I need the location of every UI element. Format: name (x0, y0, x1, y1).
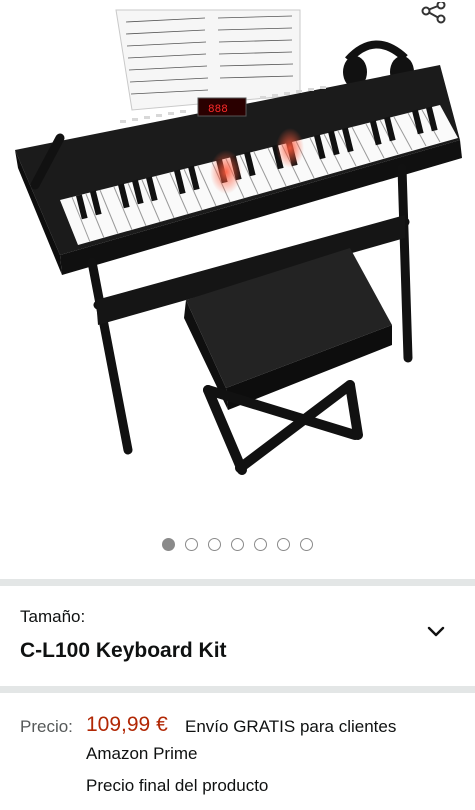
product-image-gallery[interactable]: 888 (0, 0, 475, 520)
svg-text:888: 888 (208, 104, 228, 116)
price-label: Precio: (20, 717, 73, 736)
image-carousel-dots (0, 538, 475, 554)
product-page: 888 Tamaño: C-L100 Keyboard Kit Precio: … (0, 0, 475, 810)
carousel-dot[interactable] (254, 538, 267, 551)
carousel-dot[interactable] (208, 538, 221, 551)
shipping-info: Envío GRATIS para clientes (185, 717, 397, 736)
keyboard-kit-image: 888 (15, 9, 462, 475)
chevron-down-icon (427, 626, 445, 637)
price-amount: 109,99 € (86, 713, 168, 736)
carousel-dot[interactable] (162, 538, 175, 551)
carousel-dot[interactable] (185, 538, 198, 551)
size-label: Tamaño: (20, 607, 86, 626)
size-selector[interactable]: Tamaño: C-L100 Keyboard Kit (0, 592, 475, 686)
price-section: Precio: 109,99 € Envío GRATIS para clien… (0, 700, 475, 810)
section-divider (0, 686, 475, 693)
shipping-info-prime: Amazon Prime (86, 744, 198, 763)
final-price-note: Precio final del producto (86, 776, 269, 795)
section-divider (0, 579, 475, 586)
carousel-dot[interactable] (231, 538, 244, 551)
carousel-dot[interactable] (277, 538, 290, 551)
share-icon (421, 2, 446, 24)
size-value: C-L100 Keyboard Kit (20, 639, 227, 662)
share-button[interactable] (418, 0, 450, 28)
carousel-dot[interactable] (300, 538, 313, 551)
